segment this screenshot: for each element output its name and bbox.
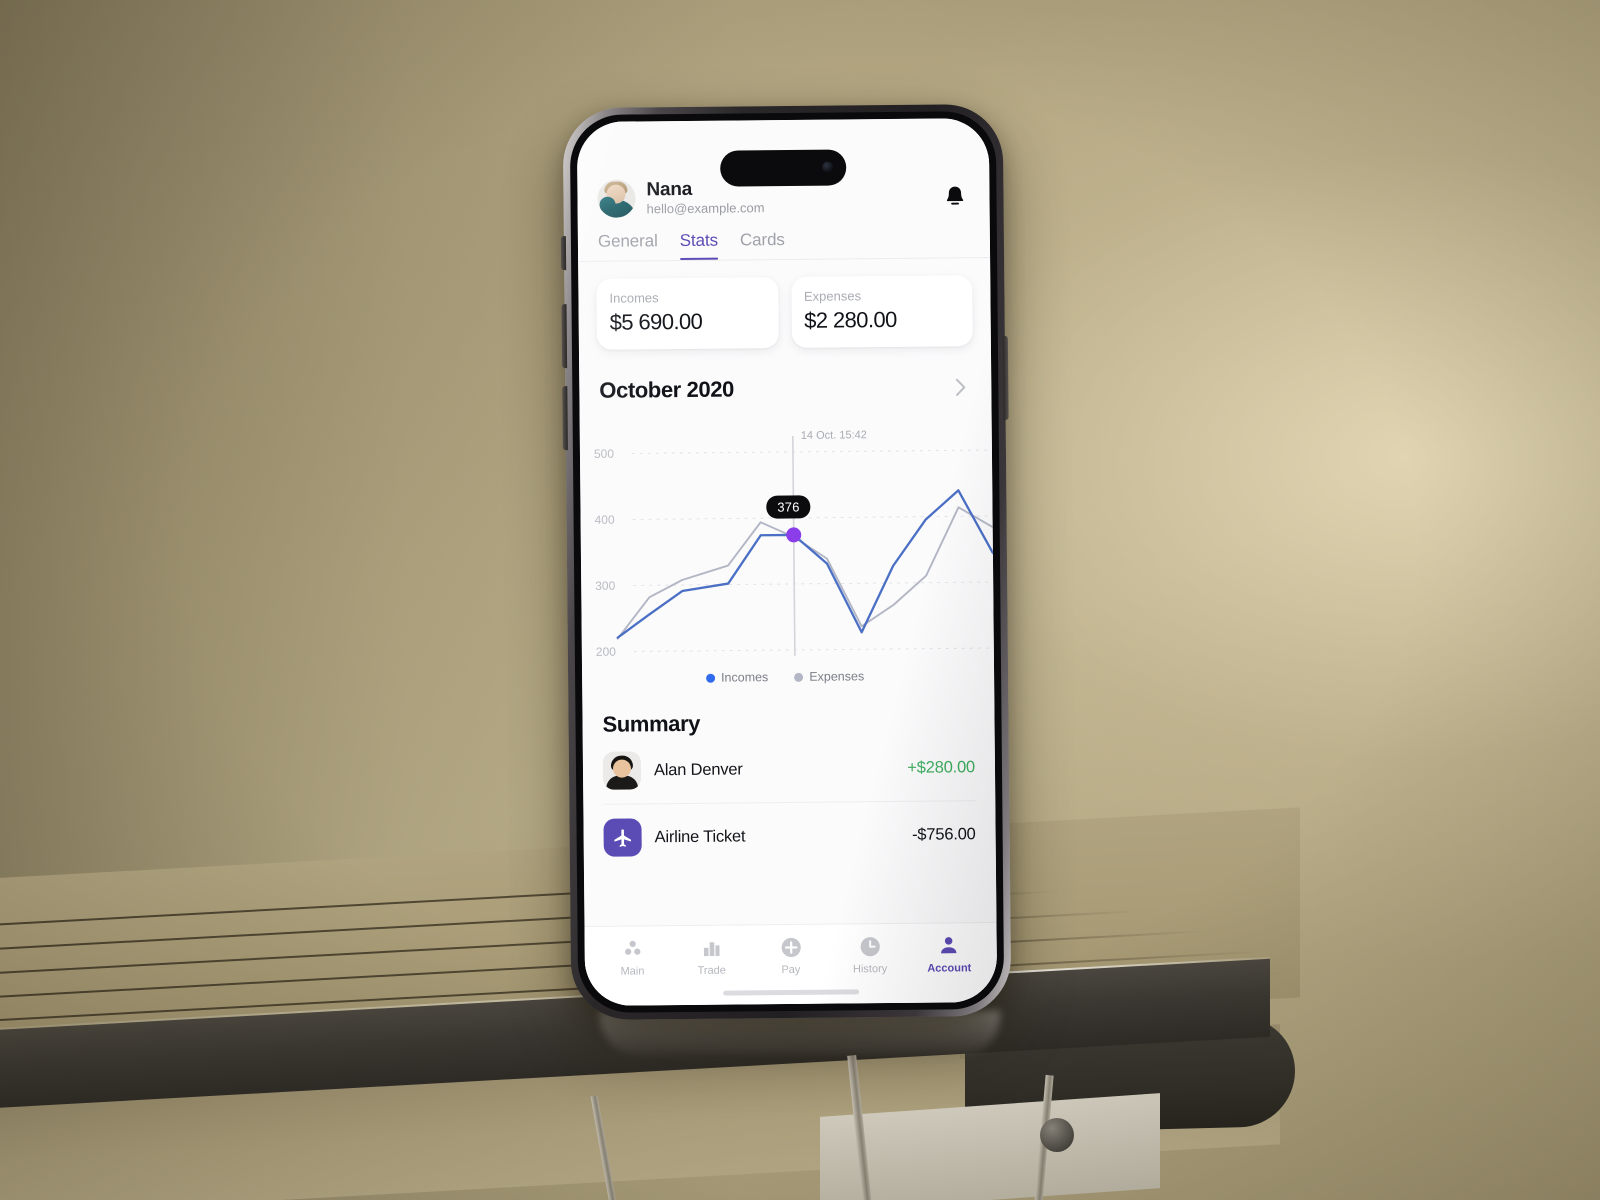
tab-cards[interactable]: Cards	[740, 230, 785, 259]
plus-circle-icon	[779, 934, 802, 960]
summary-title: Summary	[602, 710, 701, 737]
tabbar-label-trade: Trade	[697, 964, 726, 977]
expenses-label: Expenses	[803, 288, 862, 304]
legend-item-incomes[interactable]: Incomes	[705, 670, 769, 685]
chart-crosshair	[791, 435, 796, 656]
legend-label-incomes: Incomes	[720, 670, 769, 685]
incomes-label: Incomes	[609, 290, 659, 306]
home-indicator[interactable]	[723, 988, 860, 996]
y-tick-200: 200	[595, 644, 616, 659]
avatar-arm	[599, 196, 616, 213]
bar-chart-icon	[700, 935, 722, 961]
tabbar-item-main[interactable]: Main	[593, 935, 673, 978]
silent-switch[interactable]	[560, 236, 567, 271]
stats-chart[interactable]: 500 400 300 200 14 Oct. 15:42 376	[580, 416, 995, 670]
bottom-tab-bar: Main Trade Pay History Account	[584, 922, 998, 982]
volume-up-button[interactable]	[561, 304, 568, 369]
notification-bell-icon[interactable]	[939, 179, 969, 211]
legend-item-expenses[interactable]: Expenses	[794, 669, 864, 684]
expenses-value: $2 280.00	[804, 306, 897, 333]
month-header[interactable]: October 2020	[579, 346, 991, 404]
clock-icon	[858, 933, 881, 959]
tabbar-item-pay[interactable]: Pay	[751, 934, 831, 977]
front-camera-icon	[822, 161, 834, 173]
tabbar-label-history: History	[852, 963, 888, 976]
tab-stats[interactable]: Stats	[680, 231, 719, 260]
legend-dot-expenses	[794, 672, 804, 682]
airplane-icon	[603, 818, 642, 857]
stat-cards: Incomes $5 690.00 Expenses $2 280.00	[578, 258, 991, 350]
expenses-card[interactable]: Expenses $2 280.00	[790, 275, 973, 348]
legend-dot-incomes	[705, 673, 716, 683]
chevron-right-icon[interactable]	[949, 376, 971, 398]
tabbar-item-trade[interactable]: Trade	[672, 934, 752, 977]
finance-app: Nana hello@example.com General Stats Car…	[576, 118, 998, 1006]
volume-down-button[interactable]	[562, 386, 568, 451]
incomes-card[interactable]: Incomes $5 690.00	[596, 277, 779, 350]
person-icon	[938, 932, 960, 958]
tabbar-label-account: Account	[927, 962, 972, 975]
phone-screen: Nana hello@example.com General Stats Car…	[576, 118, 998, 1006]
home-indicator-area	[585, 978, 998, 1006]
y-tick-400: 400	[594, 512, 615, 527]
y-tick-500: 500	[593, 446, 615, 461]
chart-svg	[616, 435, 995, 656]
tabbar-item-account[interactable]: Account	[909, 932, 989, 975]
transaction-name: Alan Denver	[653, 759, 743, 779]
y-tick-300: 300	[595, 578, 616, 593]
tabbar-label-main: Main	[620, 965, 645, 978]
dynamic-island	[720, 149, 847, 187]
power-button[interactable]	[1002, 335, 1009, 420]
user-photo-avatar[interactable]	[597, 179, 636, 218]
incomes-value: $5 690.00	[609, 308, 703, 335]
person-photo-icon	[602, 751, 642, 790]
transaction-amount: +$280.00	[907, 757, 976, 777]
chart-active-point	[786, 527, 802, 543]
tabbar-item-history[interactable]: History	[830, 933, 910, 976]
crosshair-label: 14 Oct. 15:42	[800, 429, 867, 442]
dots-grid-icon	[621, 935, 643, 961]
list-item[interactable]: Alan Denver +$280.00	[602, 734, 976, 805]
transaction-amount: -$756.00	[911, 824, 976, 844]
transaction-name: Airline Ticket	[654, 826, 746, 846]
page-title: October 2020	[599, 376, 735, 403]
expenses-line	[616, 506, 994, 640]
list-item[interactable]: Airline Ticket -$756.00	[603, 801, 976, 871]
section-tabs: General Stats Cards	[578, 214, 990, 261]
person-face	[612, 759, 632, 778]
chart-tooltip: 376	[766, 495, 811, 519]
phone-device: Nana hello@example.com General Stats Car…	[560, 103, 1012, 1021]
legend-label-expenses: Expenses	[809, 669, 865, 684]
tab-general[interactable]: General	[598, 231, 658, 261]
summary-list: Alan Denver +$280.00 Airline Ticket -$75…	[583, 734, 996, 871]
tabbar-label-pay: Pay	[781, 963, 801, 977]
